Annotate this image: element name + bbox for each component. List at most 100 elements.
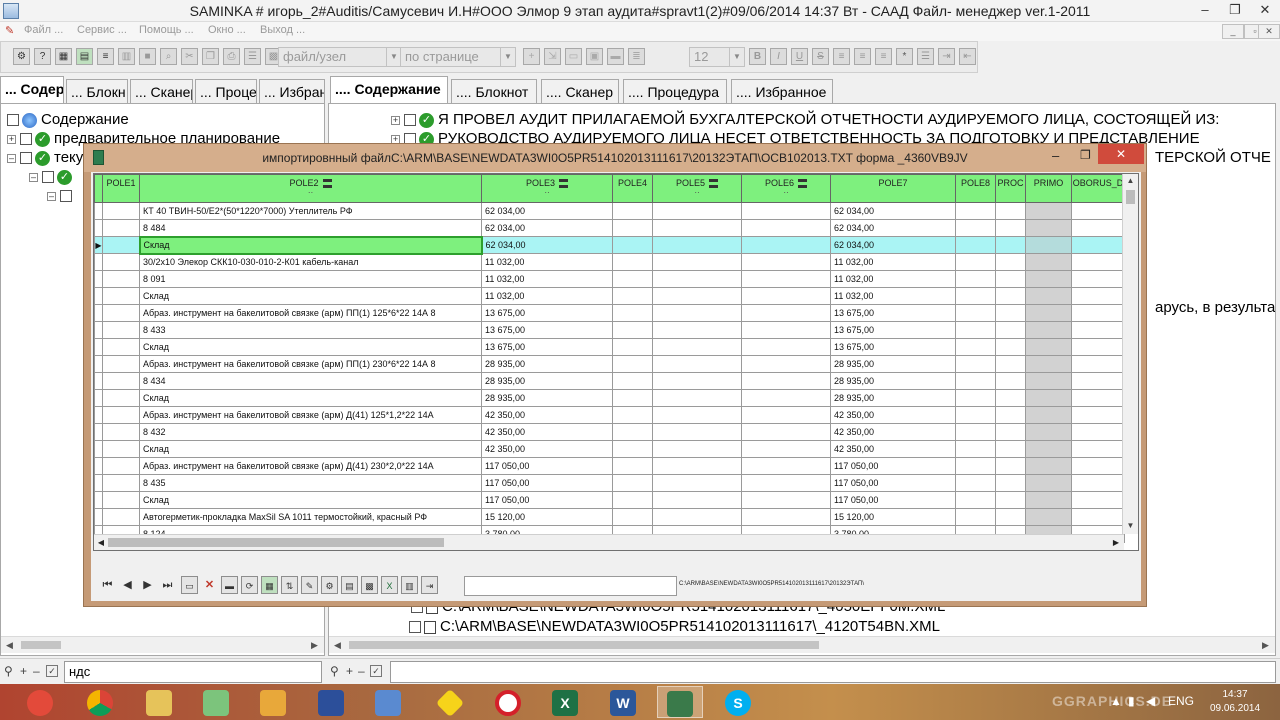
filter-icon[interactable]: ▦ bbox=[261, 576, 278, 594]
table-cell[interactable] bbox=[652, 440, 742, 458]
table-cell[interactable] bbox=[995, 372, 1026, 390]
table-cell[interactable] bbox=[741, 270, 831, 288]
table-cell[interactable] bbox=[1025, 321, 1072, 339]
table-cell[interactable] bbox=[612, 202, 653, 220]
table-cell[interactable] bbox=[995, 202, 1026, 220]
table-cell[interactable] bbox=[995, 440, 1026, 458]
row-indicator[interactable] bbox=[94, 270, 103, 288]
table-cell[interactable] bbox=[995, 508, 1026, 526]
row-indicator[interactable] bbox=[94, 474, 103, 492]
table-row[interactable]: Автогерметик-прокладка MaxSil SA 1011 те… bbox=[94, 508, 1125, 526]
copy-icon[interactable]: ❐ bbox=[202, 48, 219, 65]
table-cell[interactable] bbox=[1071, 304, 1125, 322]
table-cell[interactable] bbox=[955, 304, 996, 322]
sort-icon[interactable] bbox=[709, 179, 719, 189]
left-check-button[interactable]: ✓ bbox=[46, 665, 58, 677]
table-cell[interactable] bbox=[612, 270, 653, 288]
table-cell[interactable] bbox=[955, 202, 996, 220]
table-cell[interactable] bbox=[652, 321, 742, 339]
scroll-thumb[interactable] bbox=[21, 641, 61, 649]
tree-item-grandchild-checkbox[interactable] bbox=[60, 190, 72, 203]
table-cell[interactable] bbox=[1025, 457, 1072, 475]
strike-button[interactable]: S bbox=[812, 48, 829, 65]
exit-icon[interactable]: ⇥ bbox=[421, 576, 438, 594]
last-record-button[interactable]: ⏭ bbox=[159, 576, 176, 594]
right-add-button[interactable]: + bbox=[346, 664, 353, 678]
table-cell[interactable] bbox=[1071, 236, 1125, 254]
table-cell[interactable] bbox=[652, 372, 742, 390]
table-row[interactable]: 8 433 13 675,00 13 675,00 bbox=[94, 321, 1125, 339]
grid-hscrollbar[interactable]: ◀ ▶ bbox=[94, 534, 1124, 550]
table-cell[interactable] bbox=[995, 457, 1026, 475]
row-indicator[interactable] bbox=[94, 389, 103, 407]
table-cell[interactable]: 28 935,00 bbox=[830, 372, 956, 390]
row-indicator[interactable] bbox=[94, 508, 103, 526]
tree-item-grandchild[interactable]: – bbox=[47, 186, 75, 206]
table-cell[interactable] bbox=[995, 287, 1026, 305]
table-cell[interactable]: 42 350,00 bbox=[481, 406, 613, 424]
table-cell[interactable]: Абраз. инструмент на бакелитовой связке … bbox=[139, 457, 482, 475]
table-cell[interactable] bbox=[612, 287, 653, 305]
table-cell[interactable] bbox=[741, 474, 831, 492]
taskbar-chrome[interactable] bbox=[80, 686, 120, 718]
left-tab-scanner[interactable]: ... Сканер bbox=[130, 79, 193, 105]
table-cell[interactable] bbox=[102, 406, 140, 424]
column-header-pole6[interactable]: POLE6 ‥ bbox=[741, 174, 831, 203]
italic-button[interactable]: I bbox=[770, 48, 787, 65]
table-cell[interactable] bbox=[652, 270, 742, 288]
table-row[interactable]: Абраз. инструмент на бакелитовой связке … bbox=[94, 304, 1125, 322]
left-add-button[interactable]: + bbox=[20, 664, 27, 678]
table-row[interactable]: Абраз. инструмент на бакелитовой связке … bbox=[94, 406, 1125, 424]
table-cell[interactable] bbox=[955, 389, 996, 407]
menu-service[interactable]: Сервис ... bbox=[77, 24, 127, 36]
table-cell[interactable] bbox=[1025, 406, 1072, 424]
table-cell[interactable] bbox=[741, 389, 831, 407]
table-cell[interactable]: 117 050,00 bbox=[481, 491, 613, 509]
table-cell[interactable] bbox=[995, 338, 1026, 356]
menu-window[interactable]: Окно ... bbox=[208, 24, 246, 36]
tree-item-child-checkbox[interactable] bbox=[42, 171, 54, 184]
table-cell[interactable] bbox=[955, 355, 996, 373]
taskbar-opera[interactable] bbox=[488, 686, 528, 718]
table-cell[interactable]: 117 050,00 bbox=[481, 474, 613, 492]
menu-exit[interactable]: Выход ... bbox=[260, 24, 305, 36]
taskbar-floppy[interactable] bbox=[311, 686, 351, 718]
table-cell[interactable] bbox=[955, 321, 996, 339]
table-cell[interactable] bbox=[102, 202, 140, 220]
star-button[interactable]: * bbox=[896, 48, 913, 65]
table-cell[interactable] bbox=[741, 423, 831, 441]
right-tab-scanner[interactable]: .... Сканер bbox=[541, 79, 619, 105]
table-cell[interactable] bbox=[1071, 287, 1125, 305]
table-cell[interactable] bbox=[612, 253, 653, 271]
table-cell[interactable]: 62 034,00 bbox=[481, 219, 613, 237]
table-cell[interactable] bbox=[1071, 202, 1125, 220]
indent-icon[interactable]: ⇥ bbox=[938, 48, 955, 65]
table-cell[interactable] bbox=[955, 219, 996, 237]
table-cell[interactable] bbox=[955, 406, 996, 424]
table-cell[interactable]: Склад bbox=[139, 389, 482, 407]
tree-small-icon[interactable]: ⚲ bbox=[4, 664, 13, 678]
table-cell[interactable] bbox=[612, 321, 653, 339]
table-cell[interactable]: 8 435 bbox=[139, 474, 482, 492]
table-cell[interactable] bbox=[102, 423, 140, 441]
table-cell[interactable] bbox=[612, 355, 653, 373]
column-header-primo[interactable]: PRIMO bbox=[1025, 174, 1072, 203]
dialog-close-button[interactable]: ✕ bbox=[1098, 144, 1144, 164]
table-cell[interactable] bbox=[612, 440, 653, 458]
excel-export-icon[interactable]: X bbox=[381, 576, 398, 594]
language-indicator[interactable]: ENG bbox=[1168, 694, 1194, 708]
first-record-button[interactable]: ⏮ bbox=[99, 576, 116, 594]
table-cell[interactable] bbox=[995, 270, 1026, 288]
row-indicator[interactable] bbox=[94, 372, 103, 390]
table-cell[interactable] bbox=[102, 372, 140, 390]
table-cell[interactable] bbox=[955, 372, 996, 390]
table-cell[interactable] bbox=[102, 253, 140, 271]
edit-icon[interactable]: ✎ bbox=[301, 576, 318, 594]
table-cell[interactable]: 28 935,00 bbox=[830, 355, 956, 373]
bold-button[interactable]: B bbox=[749, 48, 766, 65]
table-cell[interactable] bbox=[1025, 389, 1072, 407]
table-row[interactable]: Склад 42 350,00 42 350,00 bbox=[94, 440, 1125, 458]
right-tab-contents[interactable]: .... Содержание bbox=[330, 76, 448, 105]
scroll-thumb[interactable] bbox=[108, 538, 444, 547]
tray-arrow-icon[interactable]: ▲ bbox=[1110, 694, 1122, 708]
